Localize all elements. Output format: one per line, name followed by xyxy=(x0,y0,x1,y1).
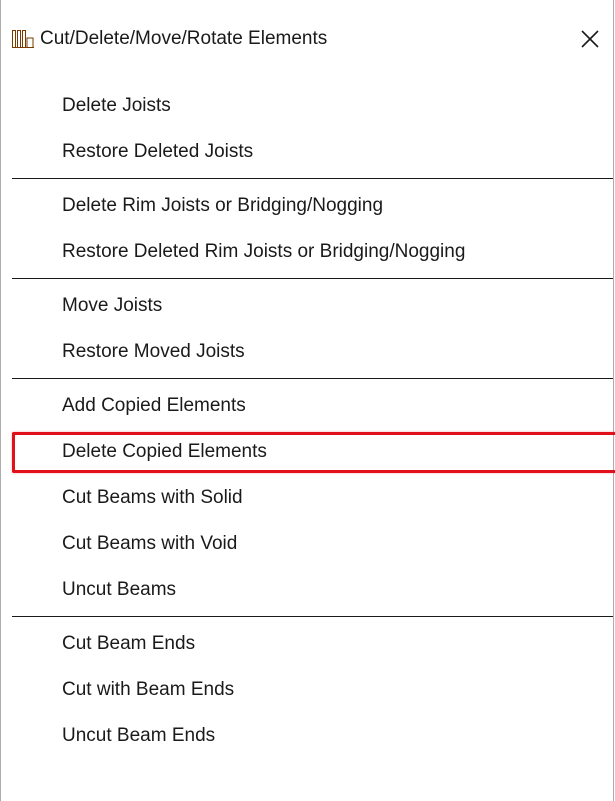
menu-separator xyxy=(12,378,613,379)
menu-item-delete-copied-elements[interactable]: Delete Copied Elements xyxy=(1,429,615,475)
menu-item-uncut-beam-ends[interactable]: Uncut Beam Ends xyxy=(1,713,613,759)
close-icon xyxy=(581,30,599,48)
menu-item-cut-beams-with-solid[interactable]: Cut Beams with Solid xyxy=(1,475,613,521)
title-bar: Cut/Delete/Move/Rotate Elements xyxy=(1,0,613,78)
menu-item-cut-beam-ends[interactable]: Cut Beam Ends xyxy=(1,621,613,667)
menu-list: Delete Joists Restore Deleted Joists Delet… xyxy=(1,83,615,759)
window-title: Cut/Delete/Move/Rotate Elements xyxy=(40,28,328,49)
close-button[interactable] xyxy=(573,22,607,56)
menu-item-restore-moved-joists[interactable]: Restore Moved Joists xyxy=(1,329,613,375)
cut-delete-menu-panel: Cut/Delete/Move/Rotate Elements Delete J… xyxy=(0,0,615,801)
menu-separator xyxy=(12,278,613,279)
menu-item-move-joists[interactable]: Move Joists xyxy=(1,283,613,329)
menu-item-delete-rim-joists-or-bridging-nogging[interactable]: Delete Rim Joists or Bridging/Nogging xyxy=(1,183,613,229)
menu-item-delete-joists[interactable]: Delete Joists xyxy=(1,83,613,129)
menu-item-restore-deleted-joists[interactable]: Restore Deleted Joists xyxy=(1,129,613,175)
menu-item-uncut-beams[interactable]: Uncut Beams xyxy=(1,567,613,613)
menu-item-cut-beams-with-void[interactable]: Cut Beams with Void xyxy=(1,521,613,567)
menu-separator xyxy=(12,616,613,617)
menu-separator xyxy=(12,178,613,179)
menu-item-restore-deleted-rim-joists-or-bridging-nogging[interactable]: Restore Deleted Rim Joists or Bridging/N… xyxy=(1,229,613,275)
menu-item-add-copied-elements[interactable]: Add Copied Elements xyxy=(1,383,613,429)
joists-icon xyxy=(12,30,34,48)
menu-item-cut-with-beam-ends[interactable]: Cut with Beam Ends xyxy=(1,667,613,713)
